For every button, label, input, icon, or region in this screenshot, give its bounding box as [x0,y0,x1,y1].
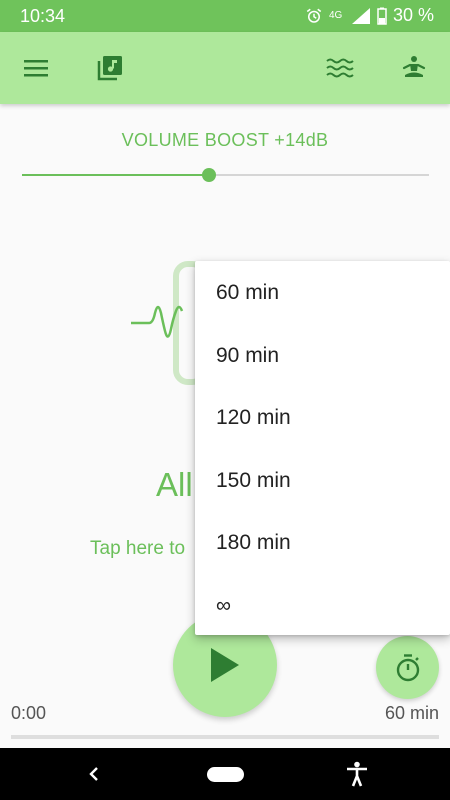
status-icons: 4G 30 % [305,5,434,26]
sleep-timer-button[interactable] [376,636,439,699]
timer-option-180[interactable]: 180 min [195,512,450,575]
home-icon[interactable] [207,758,244,790]
menu-icon[interactable] [18,50,54,86]
slider-fill [22,174,210,176]
back-icon[interactable] [80,758,108,790]
volume-boost-label: VOLUME BOOST +14dB [121,130,329,150]
timer-dropdown-menu: 60 min 90 min 120 min 150 min 180 min ∞ [195,261,450,635]
volume-slider[interactable] [22,164,429,186]
timer-option-infinite[interactable]: ∞ [195,575,450,638]
music-library-icon[interactable] [92,50,128,86]
play-icon [211,648,239,682]
timer-duration: 60 min [384,703,439,723]
timer-option-120[interactable]: 120 min [195,387,450,450]
battery-icon [377,7,387,25]
timer-option-90[interactable]: 90 min [195,325,450,388]
signal-icon [351,7,371,25]
playback-progress-bar[interactable] [11,735,439,739]
meditation-icon[interactable] [396,50,432,86]
app-bar [0,32,450,104]
elapsed-time: 0:00 [11,703,47,723]
alarm-icon [305,7,323,25]
battery-percent: 30 % [392,5,434,25]
status-time: 10:34 [20,6,66,26]
tap-hint[interactable]: Tap here to [90,538,185,560]
network-icon: 4G [328,9,343,21]
main-title: All [156,466,193,503]
system-nav-bar [0,748,450,800]
stopwatch-icon [396,653,419,681]
accessibility-icon[interactable] [343,758,371,790]
timer-option-60[interactable]: 60 min [195,262,450,325]
waves-icon[interactable] [322,50,358,86]
timer-option-150[interactable]: 150 min [195,450,450,513]
status-bar: 10:34 4G 30 % [0,0,450,32]
slider-thumb[interactable] [202,168,217,182]
